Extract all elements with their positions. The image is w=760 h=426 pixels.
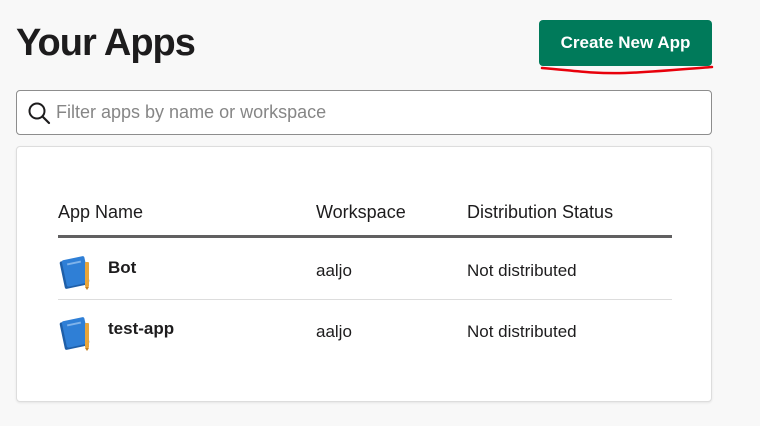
column-header-app-name: App Name (58, 202, 144, 222)
notebook-icon (58, 315, 94, 351)
page-title: Your Apps (16, 22, 196, 64)
distribution-status-cell: Not distributed (467, 322, 577, 341)
workspace-cell: aaljo (316, 322, 352, 341)
notebook-icon (58, 254, 94, 290)
table-row[interactable]: Bot aaljo Not distributed (58, 239, 672, 300)
app-name-link[interactable]: test-app (108, 319, 174, 339)
create-new-app-button[interactable]: Create New App (539, 20, 712, 66)
workspace-cell: aaljo (316, 261, 352, 280)
column-header-workspace: Workspace (316, 202, 406, 222)
table-row[interactable]: test-app aaljo Not distributed (58, 300, 672, 361)
distribution-status-cell: Not distributed (467, 261, 577, 280)
app-name-link[interactable]: Bot (108, 258, 136, 278)
annotation-underline (540, 65, 714, 75)
search-icon (27, 100, 53, 126)
column-header-distribution-status: Distribution Status (467, 202, 614, 222)
search-box[interactable] (16, 90, 712, 135)
table-header: App Name Workspace Distribution Status (58, 202, 672, 238)
search-input[interactable] (53, 91, 711, 134)
apps-table-card: App Name Workspace Distribution Status B… (16, 146, 712, 402)
